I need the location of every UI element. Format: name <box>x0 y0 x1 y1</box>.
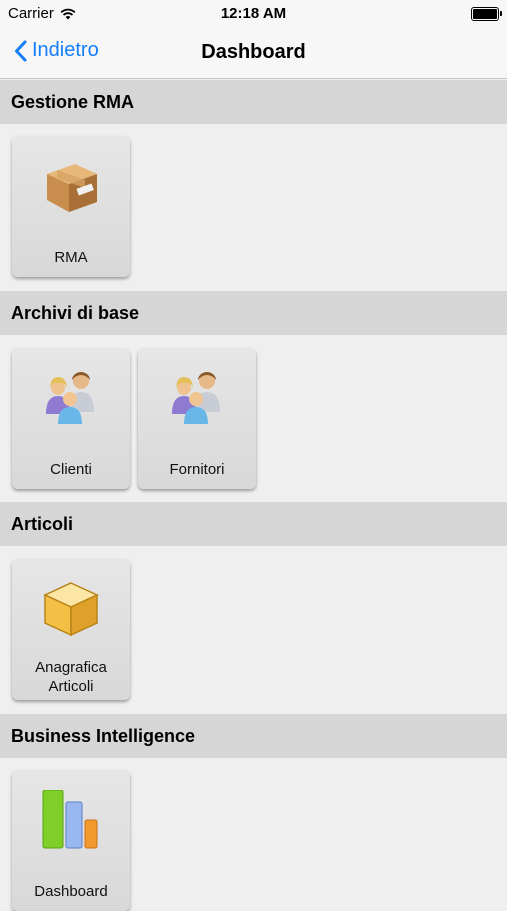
section-header-business-intelligence: Business Intelligence <box>0 714 507 758</box>
page-title: Dashboard <box>201 41 306 63</box>
section-header-archivi-di-base: Archivi di base <box>0 291 507 335</box>
tile-rma[interactable]: RMA <box>12 136 130 277</box>
status-bar: Carrier 12:18 AM <box>0 0 507 28</box>
bar-chart-icon <box>42 790 98 849</box>
battery-icon <box>471 7 502 21</box>
tile-clienti[interactable]: Clienti <box>12 348 130 489</box>
status-time: 12:18 AM <box>220 5 287 22</box>
section-header-gestione-rma: Gestione RMA <box>0 80 507 124</box>
tile-label: Clienti <box>50 461 92 478</box>
tile-dashboard[interactable]: Dashboard <box>12 770 130 911</box>
package-icon <box>47 164 97 212</box>
tile-label: Fornitori <box>169 461 225 478</box>
users-icon <box>46 372 94 424</box>
tile-anagrafica-articoli[interactable]: Anagrafica Articoli <box>12 559 130 700</box>
navigation-bar: Indietro Dashboard <box>0 28 507 79</box>
tile-label: Dashboard <box>34 883 108 900</box>
users-icon <box>172 372 220 424</box>
tile-label: Anagrafica Articoli <box>35 659 107 695</box>
tile-label: RMA <box>54 249 88 266</box>
box-icon <box>43 582 99 637</box>
tile-fornitori[interactable]: Fornitori <box>138 348 256 489</box>
section-header-articoli: Articoli <box>0 502 507 546</box>
